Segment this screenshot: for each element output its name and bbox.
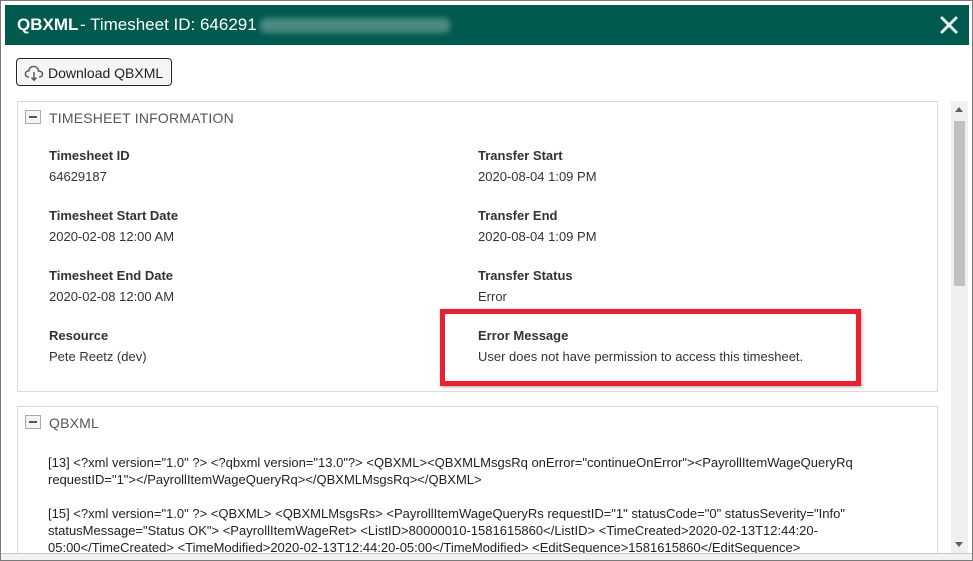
scrollbar-thumb[interactable] — [954, 121, 965, 286]
timesheet-id-value: 64629187 — [49, 169, 107, 184]
dialog-titlebar: QBXML - Timesheet ID: 646291 — [5, 5, 969, 45]
timesheet-start-date-value: 2020-02-08 12:00 AM — [49, 229, 175, 244]
scroll-up-arrow-icon[interactable] — [951, 101, 968, 118]
transfer-end-label: Transfer End — [478, 208, 558, 223]
transfer-end-value: 2020-08-04 1:09 PM — [478, 229, 597, 244]
timesheet-end-date-value: 2020-02-08 12:00 AM — [49, 289, 175, 304]
dialog-title: - Timesheet ID: 646291 — [80, 15, 257, 34]
download-qbxml-button[interactable]: Download QBXML — [16, 58, 172, 86]
transfer-start-label: Transfer Start — [478, 148, 563, 163]
cloud-download-icon — [24, 65, 44, 82]
error-highlight-box — [440, 309, 861, 386]
transfer-status-value: Error — [478, 289, 507, 304]
qbxml-dialog: QBXML - Timesheet ID: 646291 Download QB… — [0, 0, 973, 561]
timesheet-id-label: Timesheet ID — [49, 148, 130, 163]
transfer-start-value: 2020-08-04 1:09 PM — [478, 169, 597, 184]
redacted-title-text — [260, 18, 450, 33]
scroll-down-arrow-icon[interactable] — [951, 536, 968, 553]
timesheet-end-date-label: Timesheet End Date — [49, 268, 174, 283]
qbxml-entry-request: [13] <?xml version="1.0" ?> <?qbxml vers… — [48, 455, 853, 487]
dialog-title-strong: QBXML — [17, 15, 79, 34]
resource-value: Pete Reetz (dev) — [49, 349, 147, 364]
collapse-timesheet-info-button[interactable] — [25, 110, 41, 124]
collapse-qbxml-button[interactable] — [25, 415, 41, 429]
timesheet-start-date-label: Timesheet Start Date — [49, 208, 179, 223]
transfer-status-label: Transfer Status — [478, 268, 573, 283]
qbxml-panel: QBXML [13] <?xml version="1.0" ?> <?qbxm… — [17, 406, 938, 560]
qbxml-entry-response: [15] <?xml version="1.0" ?> <QBXML> <QBX… — [48, 506, 845, 555]
window-bottom-edge — [1, 553, 972, 560]
qbxml-panel-title: QBXML — [49, 415, 100, 431]
download-qbxml-label: Download QBXML — [48, 65, 164, 81]
close-button[interactable] — [935, 11, 963, 39]
resource-label: Resource — [49, 328, 109, 343]
timesheet-information-title: TIMESHEET INFORMATION — [49, 110, 234, 126]
close-icon — [940, 16, 958, 34]
content-scrollbar[interactable] — [951, 101, 968, 553]
